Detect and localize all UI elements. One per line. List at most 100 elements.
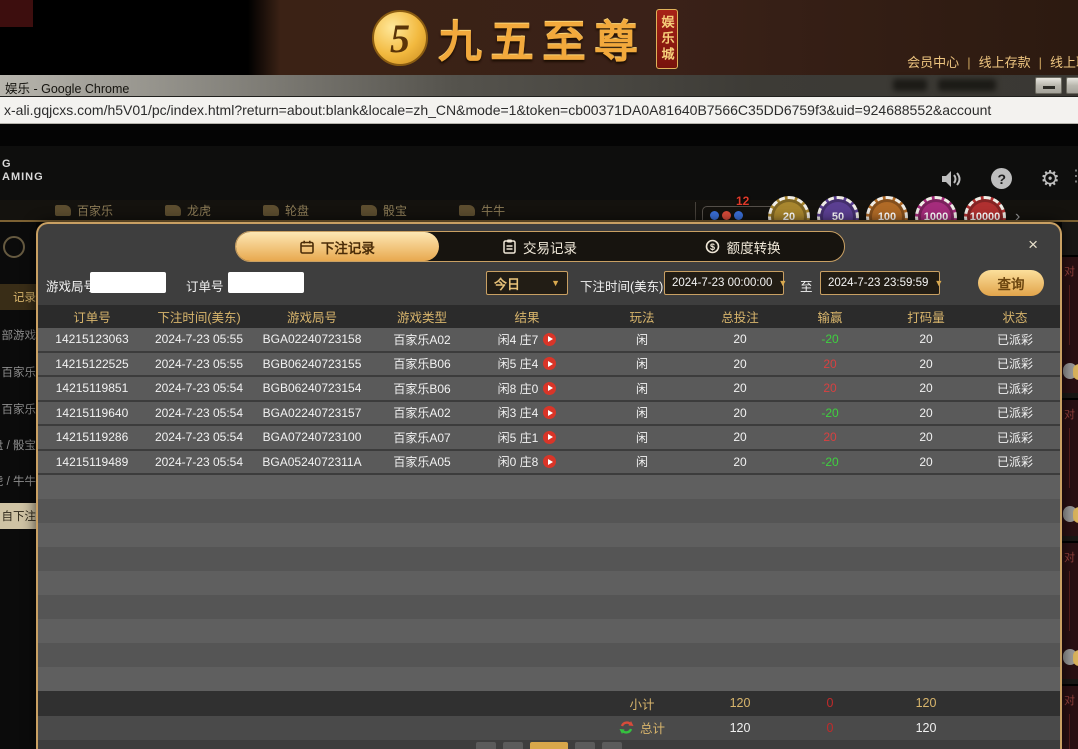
- bet-records-table: 订单号下注时间(美东)游戏局号游戏类型结果玩法总投注输赢打码量状态 142151…: [38, 305, 1060, 740]
- browser-urlbar[interactable]: x-ali.gqjcxs.com/h5V01/pc/index.html?ret…: [0, 97, 1078, 124]
- result-cell: 闲3 庄4: [472, 404, 582, 421]
- game-nav-item[interactable]: 牛牛: [459, 202, 505, 219]
- table-empty-row: [38, 475, 1060, 499]
- column-header: 结果: [472, 307, 582, 326]
- time-cell: 2024-7-23 05:55: [146, 357, 252, 371]
- banner-link[interactable]: 线上取款: [1050, 55, 1078, 70]
- link-separator: |: [1039, 55, 1042, 70]
- replay-icon[interactable]: [543, 333, 556, 346]
- game-round-input[interactable]: [90, 272, 166, 293]
- column-header: 玩法: [582, 307, 702, 326]
- game-nav-item[interactable]: 百家乐: [55, 202, 113, 219]
- round-cell: BGB06240723155: [252, 357, 372, 371]
- minimize-button[interactable]: [1035, 77, 1062, 94]
- sidebar-item[interactable]: 百家乐: [0, 396, 36, 422]
- chip-dot-icon: [722, 211, 731, 220]
- game-nav-label: 龙虎: [187, 202, 211, 219]
- order-label: 订单号: [186, 276, 224, 295]
- game-icon: [263, 205, 279, 216]
- tab-下注记录[interactable]: 下注记录: [236, 232, 439, 261]
- banner-link[interactable]: 线上存款: [979, 55, 1031, 70]
- result-text: 闲5 庄4: [498, 355, 539, 372]
- table-row: 142151194892024-7-23 05:54BGA0524072311A…: [38, 451, 1060, 476]
- chevron-down-icon: ▼: [778, 278, 787, 288]
- close-icon[interactable]: ×: [1028, 236, 1038, 253]
- url-text[interactable]: x-ali.gqjcxs.com/h5V01/pc/index.html?ret…: [0, 102, 991, 118]
- quick-range-select[interactable]: 今日 ▼: [486, 271, 568, 295]
- refresh-icon[interactable]: [619, 720, 634, 735]
- game-nav-item[interactable]: 骰宝: [361, 202, 407, 219]
- redacted-text: [893, 79, 927, 91]
- play-cell: 闲: [582, 404, 702, 421]
- total-cell: 20: [702, 406, 778, 420]
- sound-icon[interactable]: [941, 169, 963, 189]
- maximize-button[interactable]: [1066, 77, 1078, 94]
- time-cell: 2024-7-23 05:54: [146, 455, 252, 469]
- tab-交易记录[interactable]: 交易记录: [439, 232, 642, 261]
- result-text: 闲3 庄4: [498, 404, 539, 421]
- game-table-tile[interactable]: 对: [1062, 398, 1078, 536]
- game-round-label: 游戏局号: [46, 276, 96, 295]
- subtotal-turnover: 120: [882, 696, 970, 710]
- replay-icon[interactable]: [543, 431, 556, 444]
- sidebar-item[interactable]: 自下注: [0, 503, 36, 529]
- column-header: 下注时间(美东): [146, 307, 252, 326]
- pagination-page[interactable]: [575, 742, 595, 749]
- sidebar-item[interactable]: 百家乐: [0, 359, 36, 385]
- order-input[interactable]: [228, 272, 304, 293]
- pagination-page[interactable]: [503, 742, 523, 749]
- sidebar-item[interactable]: 记录: [0, 284, 36, 310]
- sidebar-item[interactable]: 部游戏: [0, 322, 36, 348]
- total-win: 0: [778, 721, 882, 735]
- status-cell: 已派彩: [970, 331, 1060, 348]
- replay-icon[interactable]: [543, 406, 556, 419]
- total-cell: 20: [702, 357, 778, 371]
- sidebar-item[interactable]: 虎 / 牛牛: [0, 468, 36, 494]
- notification-dots: [710, 211, 743, 220]
- chip-dot-icon: [734, 211, 743, 220]
- search-button[interactable]: 查询: [978, 270, 1044, 296]
- chevron-down-icon: ▼: [551, 278, 560, 288]
- tab-label: 交易记录: [523, 237, 577, 257]
- game-table-tile[interactable]: 对: [1062, 541, 1078, 679]
- table-row: 142151196402024-7-23 05:54BGA02240723157…: [38, 402, 1060, 427]
- site-logo: 5 九五至尊 娱乐城: [372, 6, 678, 70]
- clipboard-icon: [503, 239, 516, 254]
- game-nav-item[interactable]: 轮盘: [263, 202, 309, 219]
- game-table-tile[interactable]: 对: [1062, 684, 1078, 749]
- game-icon: [165, 205, 181, 216]
- order-cell: 14215123063: [38, 332, 146, 346]
- win-cell: -20: [778, 406, 882, 420]
- turnover-cell: 20: [882, 381, 970, 395]
- modal-tabs: 下注记录 交易记录 $额度转换: [235, 231, 845, 262]
- banner-link[interactable]: 会员中心: [907, 55, 959, 70]
- screen: 5 九五至尊 娱乐城 会员中心|线上存款|线上取款 娱乐 - Google Ch…: [0, 0, 1078, 749]
- help-icon[interactable]: ?: [991, 168, 1012, 189]
- total-cell: 20: [702, 381, 778, 395]
- game-logo-line2: AMING: [2, 171, 44, 184]
- play-cell: 闲: [582, 429, 702, 446]
- game-table-tile[interactable]: 对: [1062, 255, 1078, 393]
- replay-icon[interactable]: [543, 455, 556, 468]
- game-nav-item[interactable]: 龙虎: [165, 202, 211, 219]
- pagination-page[interactable]: [530, 742, 568, 749]
- time-cell: 2024-7-23 05:54: [146, 406, 252, 420]
- sidebar-item[interactable]: 盘 / 骰宝: [0, 432, 36, 458]
- quick-range-value: 今日: [494, 274, 520, 293]
- replay-icon[interactable]: [543, 382, 556, 395]
- replay-icon[interactable]: [543, 357, 556, 370]
- tab-额度转换[interactable]: $额度转换: [641, 232, 844, 261]
- date-to-select[interactable]: 2024-7-23 23:59:59 ▼: [820, 271, 940, 295]
- settings-gear-icon[interactable]: ⚙: [1040, 169, 1060, 189]
- tab-label: 额度转换: [727, 237, 781, 257]
- tile-divider: [1069, 571, 1070, 631]
- win-cell: 20: [778, 357, 882, 371]
- date-from-select[interactable]: 2024-7-23 00:00:00 ▼: [664, 271, 784, 295]
- site-banner: 5 九五至尊 娱乐城 会员中心|线上存款|线上取款: [0, 0, 1078, 75]
- turnover-cell: 20: [882, 357, 970, 371]
- pagination-page[interactable]: [476, 742, 496, 749]
- game-cell: 百家乐A02: [372, 331, 472, 348]
- time-cell: 2024-7-23 05:55: [146, 332, 252, 346]
- column-header: 打码量: [882, 307, 970, 326]
- pagination-page[interactable]: [602, 742, 622, 749]
